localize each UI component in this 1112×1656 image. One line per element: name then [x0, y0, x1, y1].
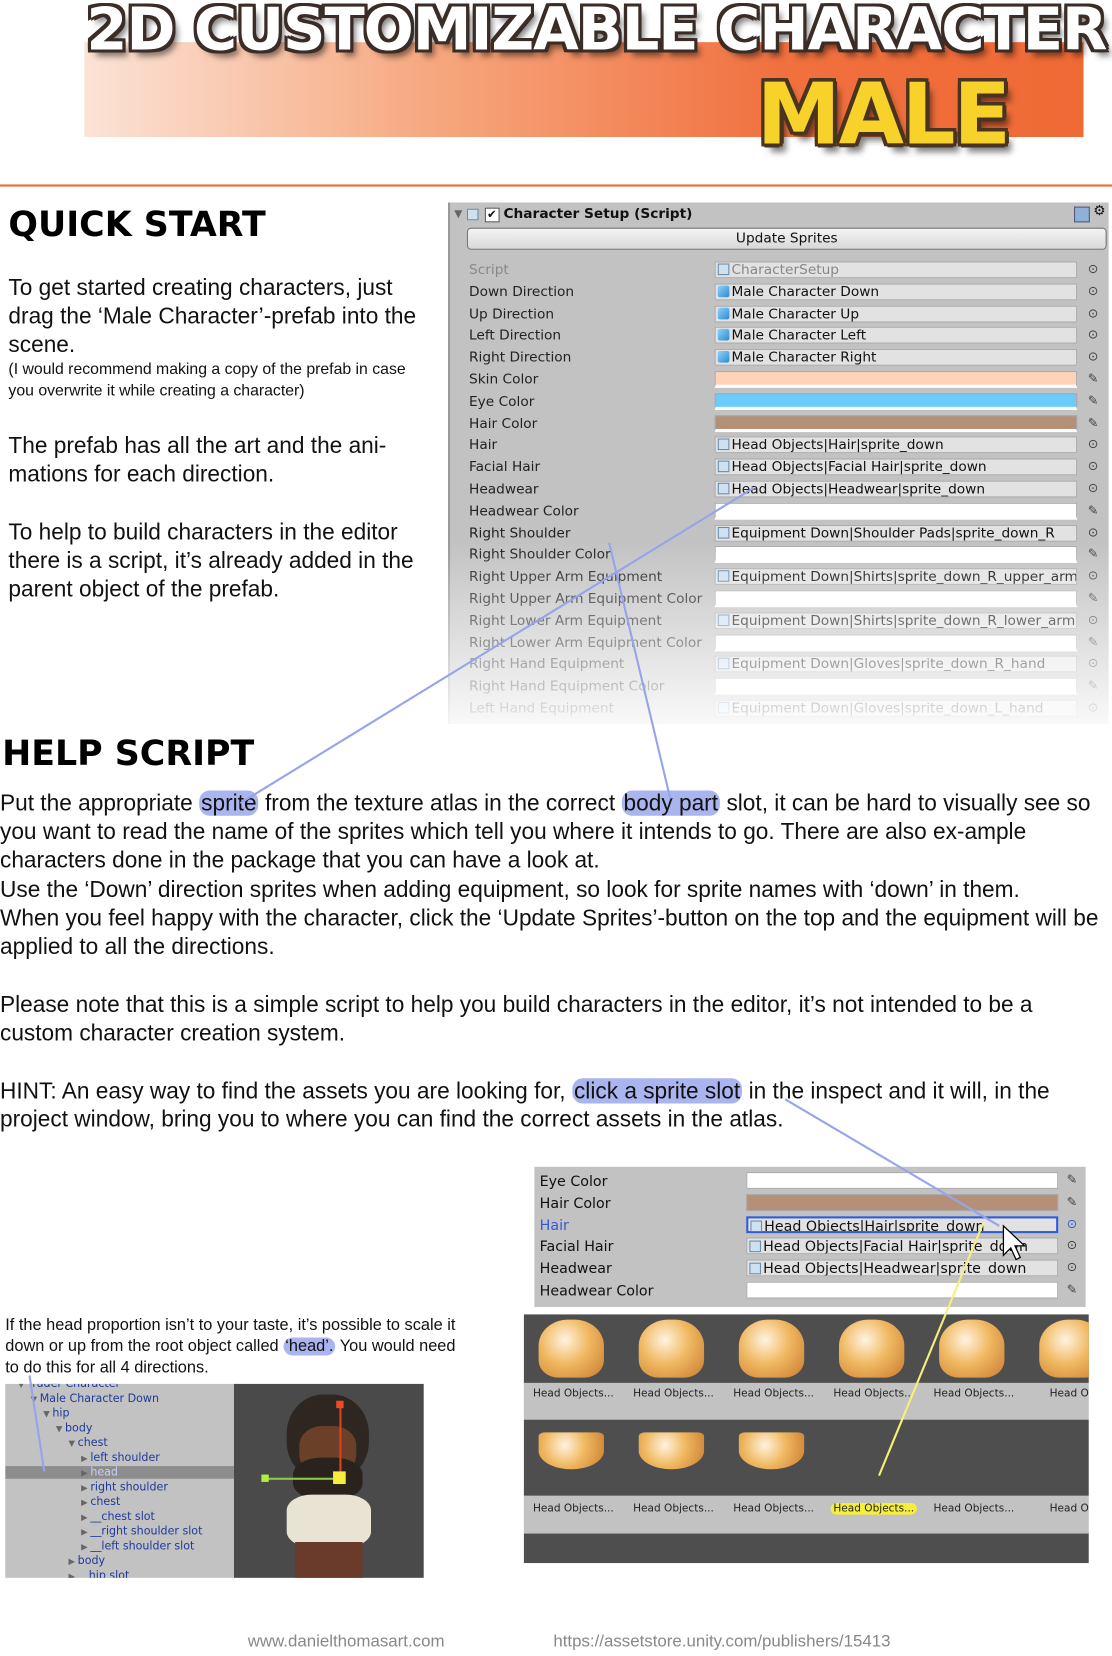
- pointer-line-asset: [878, 1222, 985, 1477]
- pointer-line-sprite-slot: [784, 1098, 1000, 1227]
- mouse-cursor-icon: [1002, 1224, 1027, 1261]
- footer-website[interactable]: www.danielthomasart.com: [248, 1633, 445, 1652]
- pointer-line-body-part: [608, 542, 672, 800]
- pointer-line-sprite: [239, 487, 755, 805]
- annotation-lines: [28, 487, 1027, 1477]
- pointer-line-head: [28, 1375, 46, 1472]
- footer-asset-store-link[interactable]: https://assetstore.unity.com/publishers/…: [553, 1633, 890, 1652]
